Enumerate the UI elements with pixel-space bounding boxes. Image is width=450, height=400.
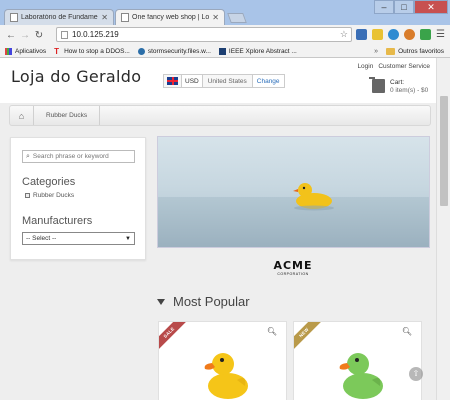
maximize-icon[interactable]: □ — [394, 0, 414, 14]
sale-ribbon: SALE — [159, 322, 188, 352]
product-card[interactable]: NEW 🔍︎ — [293, 321, 422, 400]
window-controls: – □ ✕ — [374, 0, 448, 14]
customer-service-link[interactable]: Customer Service — [378, 63, 430, 70]
rubber-duck-image — [293, 183, 334, 211]
scroll-to-top-icon[interactable]: ⇧ — [409, 367, 423, 381]
uk-flag-icon — [167, 77, 178, 85]
page-scrollbar[interactable] — [436, 58, 450, 400]
section-title: Most Popular — [173, 294, 250, 309]
search-box[interactable]: ⌕ — [22, 150, 135, 163]
currency-label: USD — [181, 75, 203, 87]
site-logo[interactable]: Loja do Geraldo — [11, 67, 141, 86]
country-label: United States — [207, 77, 247, 85]
browser-tab-laboratorio[interactable]: Laboratório de Fundamen ✕ — [4, 9, 114, 25]
most-popular-heading[interactable]: Most Popular — [157, 294, 250, 309]
categories-heading: Categories — [22, 176, 76, 188]
account-links: Login Customer Service — [357, 63, 430, 70]
brand-sub: CORPORATION — [277, 272, 309, 276]
cart-summary[interactable]: 0 item(s) - $0 — [390, 87, 428, 94]
bookmark-ieee[interactable]: IEEE Xplore Abstract ... — [218, 47, 297, 55]
category-label: Rubber Ducks — [33, 192, 75, 199]
back-icon[interactable]: ← — [4, 30, 18, 41]
bookmark-label: Aplicativos — [15, 47, 47, 55]
browser-titlebar: Laboratório de Fundamen ✕ One fancy web … — [0, 0, 450, 25]
page-viewport: Loja do Geraldo USD United States Change… — [0, 58, 436, 400]
change-region-link[interactable]: Change — [251, 75, 284, 87]
acme-logo[interactable]: ACME CORPORATION — [273, 259, 313, 276]
bookmark-stormsecurity[interactable]: stormsecurity.files.w... — [137, 47, 211, 55]
scrollbar-thumb[interactable] — [440, 96, 448, 206]
close-icon[interactable]: ✕ — [101, 13, 108, 22]
manufacturers-heading: Manufacturers — [22, 215, 93, 227]
manufacturer-select[interactable]: -- Select -- ▼ — [22, 232, 135, 245]
category-bullet-icon — [25, 193, 30, 198]
forward-icon[interactable]: → — [18, 30, 32, 41]
chevron-down-icon: ▼ — [125, 236, 131, 242]
page-icon — [61, 30, 68, 39]
yellow-duck-image — [204, 353, 248, 399]
bookmarks-more-icon[interactable]: » — [374, 48, 378, 55]
new-ribbon: NEW — [294, 322, 323, 352]
manufacturer-select-value: -- Select -- — [26, 235, 57, 242]
cart-title[interactable]: Cart: — [390, 79, 404, 86]
region-selector: USD United States Change — [163, 74, 285, 88]
extension-shield-icon[interactable] — [356, 29, 367, 40]
bookmarks-bar: Aplicativos T How to stop a DDOS... stor… — [0, 45, 450, 58]
search-icon: ⌕ — [26, 152, 30, 160]
browser-toolbar: ← → ↻ 10.0.125.219 ☆ ☰ — [0, 25, 450, 45]
zoom-icon[interactable]: 🔍︎ — [402, 327, 412, 336]
bookmark-folder-other[interactable]: Outros favoritos — [386, 47, 444, 55]
site-header: Loja do Geraldo USD United States Change… — [0, 58, 436, 103]
bookmark-apps[interactable]: Aplicativos — [5, 47, 47, 55]
bookmark-star-icon[interactable]: ☆ — [340, 29, 348, 40]
green-duck-image — [339, 353, 383, 399]
product-card[interactable]: SALE 🔍︎ — [158, 321, 287, 400]
collapse-triangle-icon — [157, 298, 165, 305]
minimize-icon[interactable]: – — [374, 0, 394, 14]
extension-cookie-icon[interactable] — [404, 29, 415, 40]
breadcrumb: ⌂ Rubber Ducks — [9, 105, 431, 126]
tab-label: Laboratório de Fundamen — [21, 14, 99, 21]
extension-key-icon[interactable] — [372, 29, 383, 40]
browser-tab-shop[interactable]: One fancy web shop | Loja ✕ — [115, 9, 225, 25]
sidebar: ⌕ Categories Rubber Ducks Manufacturers … — [10, 137, 146, 260]
cart-icon[interactable] — [369, 77, 385, 93]
bookmark-ddos[interactable]: T How to stop a DDOS... — [54, 46, 130, 56]
zoom-icon[interactable]: 🔍︎ — [267, 327, 277, 336]
login-link[interactable]: Login — [357, 63, 373, 70]
extension-arrow-icon[interactable] — [420, 29, 431, 40]
new-tab-button[interactable] — [227, 13, 247, 23]
bookmark-label: IEEE Xplore Abstract ... — [228, 47, 297, 55]
tab-label: One fancy web shop | Loja — [132, 14, 210, 21]
menu-icon[interactable]: ☰ — [436, 29, 445, 40]
bookmark-label: stormsecurity.files.w... — [147, 47, 211, 55]
home-icon[interactable]: ⌂ — [10, 106, 34, 125]
breadcrumb-item[interactable]: Rubber Ducks — [34, 106, 101, 125]
reload-icon[interactable]: ↻ — [32, 30, 46, 41]
page-icon — [10, 13, 18, 22]
close-icon[interactable]: ✕ — [212, 13, 219, 22]
extension-icons: ☰ — [356, 29, 445, 40]
ieee-icon — [218, 47, 226, 55]
bookmark-label: Outros favoritos — [398, 47, 444, 55]
url-text: 10.0.125.219 — [72, 30, 119, 39]
window-close-icon[interactable]: ✕ — [414, 0, 448, 14]
bookmark-t-icon: T — [54, 46, 59, 56]
address-bar[interactable]: 10.0.125.219 ☆ — [56, 27, 352, 42]
brand-name: ACME — [273, 259, 313, 272]
folder-icon — [386, 47, 396, 55]
bookmark-label: How to stop a DDOS... — [64, 47, 130, 55]
apps-icon — [5, 47, 12, 55]
hero-banner[interactable] — [157, 136, 430, 248]
wordpress-icon — [137, 47, 145, 55]
category-item-rubber-ducks[interactable]: Rubber Ducks — [25, 192, 74, 199]
extension-globe-icon[interactable] — [388, 29, 399, 40]
search-input[interactable] — [32, 153, 128, 160]
page-icon — [121, 13, 129, 22]
